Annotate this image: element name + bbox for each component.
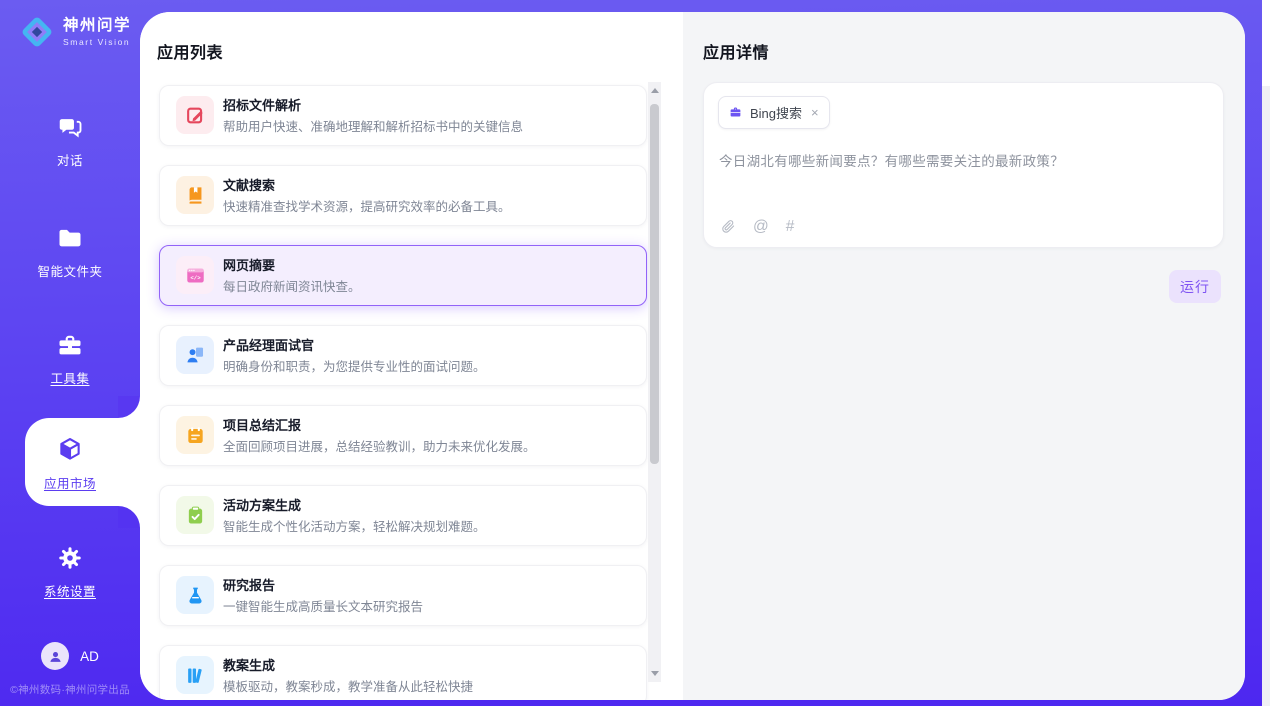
app-card-title: 文献搜索	[223, 175, 275, 194]
scrollbar-thumb[interactable]	[650, 104, 659, 464]
brand-logo-icon	[18, 13, 56, 51]
app-card-description: 明确身份和职责，为您提供专业性的面试问题。	[223, 356, 486, 375]
app-card-description: 每日政府新闻资讯快查。	[223, 276, 361, 295]
app-card[interactable]: 项目总结汇报全面回顾项目进展，总结经验教训，助力未来优化发展。	[159, 405, 647, 466]
app-card-description: 全面回顾项目进展，总结经验教训，助力未来优化发展。	[223, 436, 536, 455]
books-icon	[176, 656, 214, 694]
sidebar: 神州问学 Smart Vision 对话智能文件夹工具集应用市场系统设置 AD …	[0, 0, 140, 706]
input-toolbar: @#	[721, 219, 794, 234]
active-tab-fillet-bottom	[118, 506, 140, 528]
brand-text: 神州问学 Smart Vision	[63, 17, 131, 47]
scroll-up-icon[interactable]	[651, 88, 659, 93]
cube-icon	[56, 436, 84, 464]
app-card-title: 产品经理面试官	[223, 335, 314, 354]
app-card-description: 一键智能生成高质量长文本研究报告	[223, 596, 423, 615]
browser-code-icon: </>	[176, 256, 214, 294]
copyright: ©神州数码·神州问学出品	[0, 682, 140, 697]
app-card-description: 智能生成个性化活动方案，轻松解决规划难题。	[223, 516, 486, 535]
note-icon	[176, 416, 214, 454]
sidebar-item-label: 智能文件夹	[0, 261, 140, 280]
prompt-card: Bing搜索 × 今日湖北有哪些新闻要点？有哪些需要关注的最新政策？ @#	[703, 82, 1224, 248]
app-card-title: 活动方案生成	[223, 495, 301, 514]
app-card[interactable]: 招标文件解析帮助用户快速、准确地理解和解析招标书中的关键信息	[159, 85, 647, 146]
hash-icon[interactable]: #	[786, 219, 795, 234]
gear-icon	[56, 544, 84, 572]
flask-icon	[176, 576, 214, 614]
app-card[interactable]: 研究报告一键智能生成高质量长文本研究报告	[159, 565, 647, 626]
list-scrollbar[interactable]	[648, 82, 661, 682]
briefcase-icon	[728, 105, 743, 120]
tool-chip[interactable]: Bing搜索 ×	[718, 96, 830, 129]
sidebar-item-label: 应用市场	[0, 473, 140, 492]
avatar[interactable]	[41, 642, 69, 670]
app-card-description: 帮助用户快速、准确地理解和解析招标书中的关键信息	[223, 116, 523, 135]
app-card-list: 招标文件解析帮助用户快速、准确地理解和解析招标书中的关键信息文献搜索快速精准查找…	[159, 85, 647, 700]
app-detail-title: 应用详情	[703, 39, 769, 63]
folder-icon	[56, 224, 84, 252]
main-content: 应用列表 招标文件解析帮助用户快速、准确地理解和解析招标书中的关键信息文献搜索快…	[140, 12, 1245, 700]
document-edit-icon	[176, 96, 214, 134]
app-card-title: 项目总结汇报	[223, 415, 301, 434]
page-scrollbar[interactable]	[1262, 86, 1270, 706]
sidebar-item-label: 工具集	[0, 368, 140, 387]
close-icon[interactable]: ×	[811, 106, 819, 119]
app-card[interactable]: </> 网页摘要每日政府新闻资讯快查。	[159, 245, 647, 306]
app-card-description: 模板驱动，教案秒成，教学准备从此轻松快捷	[223, 676, 473, 695]
user-row[interactable]: AD	[0, 642, 140, 670]
active-tab-fillet-top	[118, 396, 140, 418]
app-card[interactable]: 文献搜索快速精准查找学术资源，提高研究效率的必备工具。	[159, 165, 647, 226]
app-card-title: 招标文件解析	[223, 95, 301, 114]
app-card-description: 快速精准查找学术资源，提高研究效率的必备工具。	[223, 196, 511, 215]
sidebar-item-dialog[interactable]: 对话	[0, 113, 140, 169]
app-card-title: 教案生成	[223, 655, 275, 674]
brand-subtitle: Smart Vision	[63, 37, 131, 47]
interviewer-icon	[176, 336, 214, 374]
sidebar-item-app-market[interactable]: 应用市场	[0, 436, 140, 492]
mention-icon[interactable]: @	[753, 219, 769, 234]
brand: 神州问学 Smart Vision	[18, 13, 131, 51]
app-list-panel: 应用列表 招标文件解析帮助用户快速、准确地理解和解析招标书中的关键信息文献搜索快…	[140, 12, 683, 700]
app-card-title: 研究报告	[223, 575, 275, 594]
sidebar-item-toolset[interactable]: 工具集	[0, 331, 140, 387]
book-icon	[176, 176, 214, 214]
app-detail-panel: 应用详情 Bing搜索 × 今日湖北有哪些新闻要点？有哪些需要关注的最新政策？ …	[683, 12, 1245, 700]
app-frame: 神州问学 Smart Vision 对话智能文件夹工具集应用市场系统设置 AD …	[0, 0, 1262, 706]
app-card[interactable]: 教案生成模板驱动，教案秒成，教学准备从此轻松快捷	[159, 645, 647, 700]
sidebar-item-label: 系统设置	[0, 581, 140, 600]
clipboard-check-icon	[176, 496, 214, 534]
scroll-down-icon[interactable]	[651, 671, 659, 676]
brand-name: 神州问学	[63, 17, 131, 35]
sidebar-item-settings[interactable]: 系统设置	[0, 544, 140, 600]
app-card-title: 网页摘要	[223, 255, 275, 274]
app-list-title: 应用列表	[157, 39, 223, 63]
tool-chip-label: Bing搜索	[750, 103, 802, 122]
user-initials: AD	[80, 649, 99, 664]
run-button[interactable]: 运行	[1169, 270, 1221, 303]
query-text[interactable]: 今日湖北有哪些新闻要点？有哪些需要关注的最新政策？	[719, 150, 1207, 170]
sidebar-item-smart-folder[interactable]: 智能文件夹	[0, 224, 140, 280]
sidebar-item-label: 对话	[0, 150, 140, 169]
svg-text:</>: </>	[190, 274, 201, 281]
app-card[interactable]: 产品经理面试官明确身份和职责，为您提供专业性的面试问题。	[159, 325, 647, 386]
attachment-icon[interactable]	[721, 219, 736, 234]
app-card[interactable]: 活动方案生成智能生成个性化活动方案，轻松解决规划难题。	[159, 485, 647, 546]
chat-icon	[56, 113, 84, 141]
toolbox-icon	[56, 331, 84, 359]
